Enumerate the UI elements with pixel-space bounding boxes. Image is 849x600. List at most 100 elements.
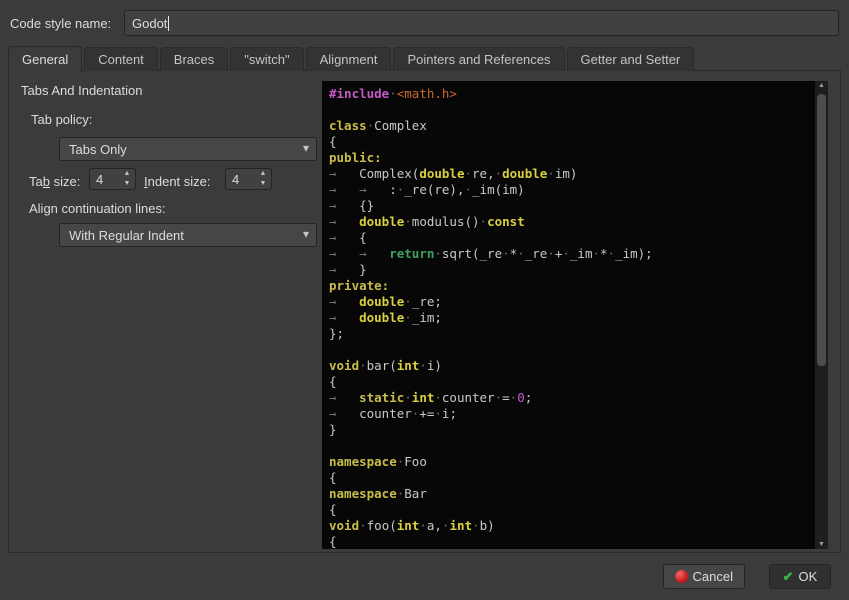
code-token: · [419,358,427,373]
align-continuation-select[interactable]: With Regular Indent ▾ [59,223,317,247]
code-token: double [502,166,547,181]
code-token: void [329,518,359,533]
text-caret [168,16,169,31]
code-token: modulus() [412,214,480,229]
code-token: · [547,246,555,261]
code-token: += [419,406,434,421]
ok-button[interactable]: ✔ OK [769,564,831,589]
code-style-name-label: Code style name: [10,16,111,31]
code-token: Complex [374,118,427,133]
code-token: double [359,214,404,229]
tab-switch[interactable]: "switch" [230,47,303,71]
code-token: { [329,502,337,517]
code-token: → → [329,246,389,261]
code-token: Complex( [359,166,419,181]
tab-policy-label: Tab policy: [31,112,92,127]
code-token: sqrt(_re [442,246,502,261]
code-preview-text[interactable]: #include·<math.h>class·Complex{public:→ … [322,81,815,549]
code-token: · [359,518,367,533]
tab-content[interactable]: Content [84,47,158,71]
code-token: · [562,246,570,261]
code-token: namespace [329,454,397,469]
code-token: · [608,246,616,261]
code-token: · [464,166,472,181]
code-line: → → return·sqrt(_re·*·_re·+·_im·*·_im); [329,246,815,262]
code-line: { [329,374,815,390]
spin-up-button[interactable]: ▲ [120,169,134,179]
ok-button-label: OK [799,569,818,584]
code-token: i) [427,358,442,373]
code-token: int [397,518,420,533]
code-token: { [329,470,337,485]
code-token: { [359,230,367,245]
scroll-up-icon[interactable]: ▲ [815,82,828,89]
code-token: → [329,166,359,181]
tab-general[interactable]: General [8,46,82,72]
code-token: } [329,422,337,437]
code-token: counter [442,390,495,405]
tab-braces[interactable]: Braces [160,47,228,71]
code-token: · [502,246,510,261]
scrollbar-handle[interactable] [817,94,826,366]
code-token: int [397,358,420,373]
code-token: · [404,390,412,405]
code-token: const [487,214,525,229]
code-line: }; [329,326,815,342]
tab-policy-select[interactable]: Tabs Only ▾ [59,137,317,161]
code-token: · [517,246,525,261]
tab-getter-and-setter[interactable]: Getter and Setter [567,47,695,71]
code-token: → [329,406,359,421]
code-token: void [329,358,359,373]
code-token: {} [359,198,374,213]
tab-size-label: Tab size: [29,174,80,189]
code-token: · [404,294,412,309]
tab-pointers-and-references[interactable]: Pointers and References [393,47,564,71]
cancel-button[interactable]: Cancel [663,564,745,589]
code-token: int [412,390,435,405]
code-token: counter [359,406,412,421]
code-token: return [389,246,434,261]
code-token: { [329,134,337,149]
code-token: _im); [615,246,653,261]
code-token: foo( [367,518,397,533]
tab-alignment[interactable]: Alignment [306,47,392,71]
code-line: public: [329,150,815,166]
code-token: double [359,294,404,309]
code-line: → double·_re; [329,294,815,310]
code-token: static [359,390,404,405]
code-line: → → :·_re(re),·_im(im) [329,182,815,198]
code-token: Foo [404,454,427,469]
chevron-down-icon: ▾ [303,227,309,241]
spin-down-button[interactable]: ▼ [256,179,270,189]
code-line: private: [329,278,815,294]
code-token: → [329,230,359,245]
code-line: → double·_im; [329,310,815,326]
code-token: a, [427,518,442,533]
code-token: bar( [367,358,397,373]
tab-size-spinbox[interactable]: 4 ▲ ▼ [89,168,136,190]
code-token: #include [329,86,389,101]
code-token: · [434,246,442,261]
spin-up-button[interactable]: ▲ [256,169,270,179]
spin-down-button[interactable]: ▼ [120,179,134,189]
code-style-name-input[interactable]: Godot [124,10,839,36]
align-continuation-value: With Regular Indent [69,228,184,243]
code-line: → { [329,230,815,246]
code-token: Bar [404,486,427,501]
code-token: → [329,198,359,213]
code-line: { [329,470,815,486]
code-token: _im [570,246,593,261]
code-token: : [389,182,397,197]
code-token: · [404,214,412,229]
code-token: · [434,390,442,405]
code-token: → [329,262,359,277]
scroll-down-icon[interactable]: ▼ [815,541,828,548]
code-token: · [419,518,427,533]
code-token: private: [329,278,389,293]
code-scrollbar[interactable]: ▲ ▼ [815,81,828,549]
code-line: → double·modulus()·const [329,214,815,230]
indent-size-spinbox[interactable]: 4 ▲ ▼ [225,168,272,190]
code-token: int [449,518,472,533]
code-token: double [359,310,404,325]
code-line: namespace·Bar [329,486,815,502]
